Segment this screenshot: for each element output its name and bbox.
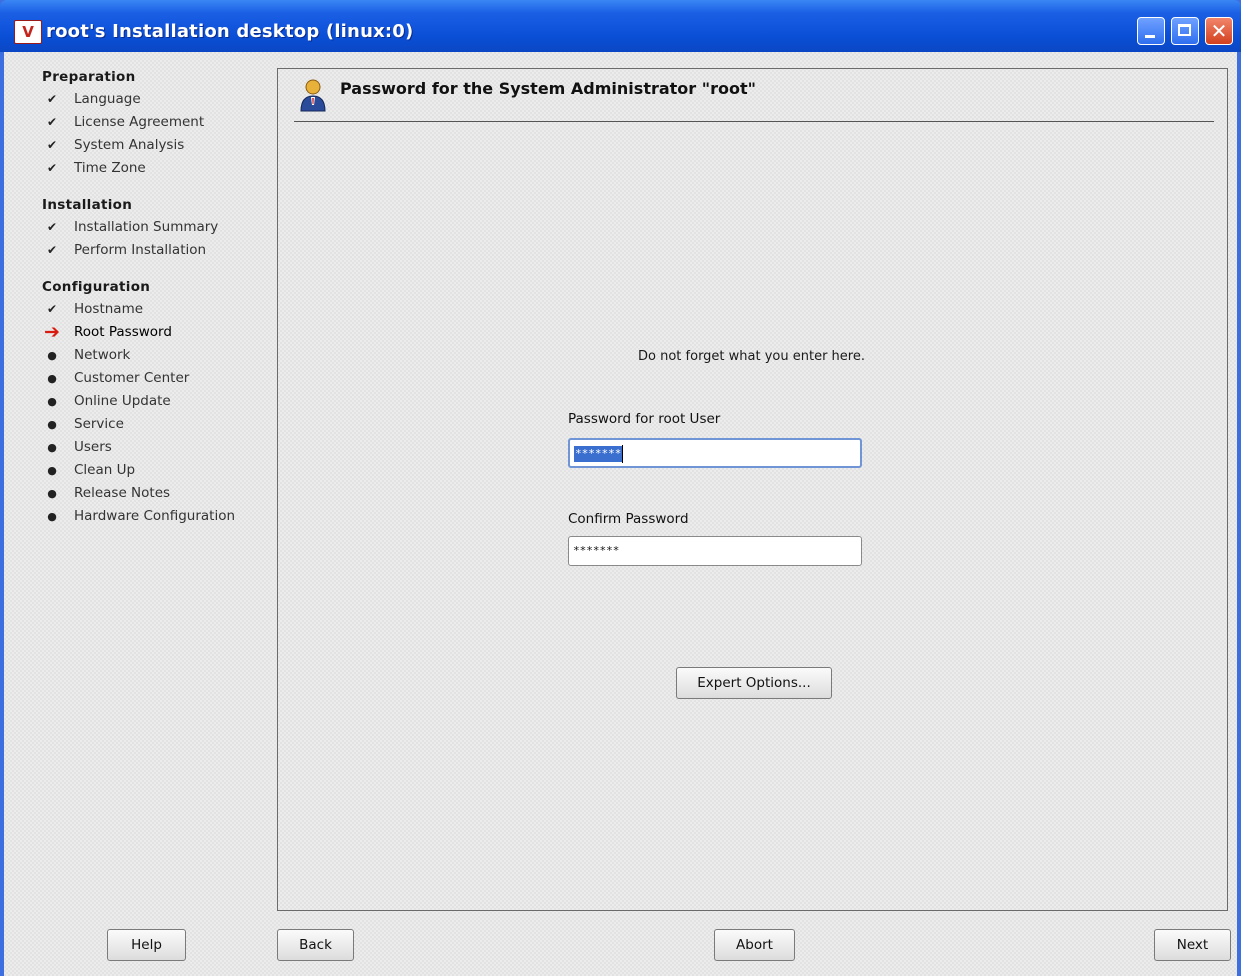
step-root-password: ➔ Root Password: [42, 321, 272, 344]
steps-sidebar: Preparation ✔ Language ✔ License Agreement…: [42, 66, 272, 528]
step-label: Customer Center: [74, 370, 190, 386]
step-label: Time Zone: [74, 160, 146, 176]
client-area: Preparation ✔ Language ✔ License Agreement…: [4, 52, 1237, 976]
title-bar[interactable]: V root's Installation desktop (linux:0) …: [0, 0, 1241, 52]
section-title-configuration: Configuration: [42, 279, 151, 295]
section-title-preparation: Preparation: [42, 69, 136, 85]
checkmark-icon: ✔: [46, 92, 58, 106]
bullet-icon: ●: [47, 418, 57, 431]
expert-options-button[interactable]: Expert Options...: [676, 667, 832, 699]
confirm-password-input[interactable]: *******: [568, 536, 862, 566]
hint-label: Do not forget what you enter here.: [638, 349, 865, 364]
bullet-icon: ●: [47, 441, 57, 454]
back-button[interactable]: Back: [277, 929, 354, 961]
step-customer-center: ● Customer Center: [42, 367, 272, 390]
checkmark-icon: ✔: [46, 220, 58, 234]
password-label: Password for root User: [568, 411, 721, 427]
step-network: ● Network: [42, 344, 272, 367]
hint-text: Do not forget what you enter here.: [278, 349, 1227, 364]
app-icon: V: [14, 20, 42, 44]
confirm-password-label: Confirm Password: [568, 511, 689, 527]
step-language: ✔ Language: [42, 88, 272, 111]
step-service: ● Service: [42, 413, 272, 436]
password-value: *******: [574, 446, 623, 462]
text-caret: [622, 445, 624, 463]
bullet-icon: ●: [47, 464, 57, 477]
step-label: Clean Up: [74, 462, 136, 478]
bullet-icon: ●: [47, 487, 57, 500]
step-hostname: ✔ Hostname: [42, 298, 272, 321]
step-users: ● Users: [42, 436, 272, 459]
step-online-update: ● Online Update: [42, 390, 272, 413]
page-title: Password for the System Administrator "r…: [340, 79, 756, 98]
abort-button[interactable]: Abort: [714, 929, 795, 961]
step-license-agreement: ✔ License Agreement: [42, 111, 272, 134]
help-button[interactable]: Help: [107, 929, 186, 961]
bullet-icon: ●: [47, 510, 57, 523]
bullet-icon: ●: [47, 395, 57, 408]
step-label: Root Password: [74, 324, 172, 340]
step-system-analysis: ✔ System Analysis: [42, 134, 272, 157]
step-label: Language: [74, 91, 141, 107]
minimize-icon: [1145, 35, 1155, 38]
step-label: System Analysis: [74, 137, 185, 153]
close-button[interactable]: ✕: [1205, 17, 1233, 45]
step-label: Installation Summary: [74, 219, 219, 235]
checkmark-icon: ✔: [46, 138, 58, 152]
step-label: Release Notes: [74, 485, 171, 501]
section-title-installation: Installation: [42, 197, 133, 213]
step-label: Users: [74, 439, 112, 455]
step-label: License Agreement: [74, 114, 205, 130]
bullet-icon: ●: [47, 349, 57, 362]
step-release-notes: ● Release Notes: [42, 482, 272, 505]
maximize-button[interactable]: [1171, 17, 1199, 45]
window-title: root's Installation desktop (linux:0): [46, 21, 414, 42]
checkmark-icon: ✔: [46, 161, 58, 175]
close-icon: ✕: [1210, 19, 1228, 43]
title-divider: [294, 121, 1214, 122]
minimize-button[interactable]: [1137, 17, 1165, 45]
checkmark-icon: ✔: [46, 243, 58, 257]
bullet-icon: ●: [47, 372, 57, 385]
step-perform-installation: ✔ Perform Installation: [42, 239, 272, 262]
maximize-icon: [1178, 24, 1191, 36]
next-button[interactable]: Next: [1154, 929, 1231, 961]
step-label: Online Update: [74, 393, 171, 409]
step-label: Network: [74, 347, 131, 363]
step-installation-summary: ✔ Installation Summary: [42, 216, 272, 239]
step-hardware-configuration: ● Hardware Configuration: [42, 505, 272, 528]
checkmark-icon: ✔: [46, 115, 58, 129]
admin-user-icon: [300, 79, 326, 112]
installer-window: V root's Installation desktop (linux:0) …: [0, 0, 1241, 976]
password-input[interactable]: *******: [568, 438, 862, 468]
step-label: Service: [74, 416, 124, 432]
step-clean-up: ● Clean Up: [42, 459, 272, 482]
step-label: Hostname: [74, 301, 144, 317]
checkmark-icon: ✔: [46, 302, 58, 316]
step-label: Perform Installation: [74, 242, 207, 258]
step-label: Hardware Configuration: [74, 508, 236, 524]
red-arrow-icon: ➔: [44, 321, 60, 343]
step-time-zone: ✔ Time Zone: [42, 157, 272, 180]
content-panel: Password for the System Administrator "r…: [277, 68, 1228, 911]
